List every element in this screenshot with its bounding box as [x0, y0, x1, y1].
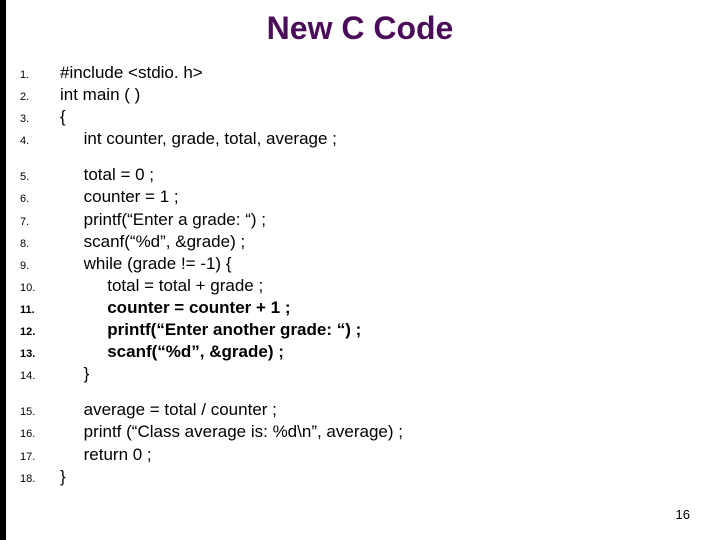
line-number: 17. [20, 446, 60, 464]
code-line: 18.} [20, 466, 680, 488]
code-text: scanf(“%d”, &grade) ; [60, 341, 284, 363]
code-line: 3.{ [20, 106, 680, 128]
code-line: 11. counter = counter + 1 ; [20, 297, 680, 319]
slide-title: New C Code [0, 10, 720, 47]
code-text: total = total + grade ; [60, 275, 263, 297]
code-text: return 0 ; [60, 444, 152, 466]
slide-left-border [0, 0, 6, 540]
blank-line [20, 385, 680, 399]
code-text: total = 0 ; [60, 164, 154, 186]
code-line: 14. } [20, 363, 680, 385]
code-line: 17. return 0 ; [20, 444, 680, 466]
line-number: 2. [20, 86, 60, 104]
line-number: 9. [20, 255, 60, 273]
code-line: 2.int main ( ) [20, 84, 680, 106]
code-line: 9. while (grade != -1) { [20, 253, 680, 275]
code-line: 1.#include <stdio. h> [20, 62, 680, 84]
code-line: 5. total = 0 ; [20, 164, 680, 186]
code-text: counter = 1 ; [60, 186, 179, 208]
line-number: 12. [20, 321, 60, 339]
line-number: 3. [20, 108, 60, 126]
code-line: 6. counter = 1 ; [20, 186, 680, 208]
code-text: while (grade != -1) { [60, 253, 232, 275]
code-text: #include <stdio. h> [60, 62, 203, 84]
code-text: int main ( ) [60, 84, 140, 106]
line-number: 18. [20, 468, 60, 486]
code-text: printf(“Enter another grade: “) ; [60, 319, 361, 341]
code-text: printf(“Enter a grade: “) ; [60, 209, 266, 231]
line-number: 16. [20, 423, 60, 441]
code-text: printf (“Class average is: %d\n”, averag… [60, 421, 403, 443]
code-text: } [60, 466, 66, 488]
line-number: 6. [20, 188, 60, 206]
code-text: average = total / counter ; [60, 399, 277, 421]
code-text: int counter, grade, total, average ; [60, 128, 337, 150]
code-listing: 1.#include <stdio. h>2.int main ( )3.{4.… [20, 62, 680, 488]
code-line: 16. printf (“Class average is: %d\n”, av… [20, 421, 680, 443]
code-text: counter = counter + 1 ; [60, 297, 291, 319]
code-line: 4. int counter, grade, total, average ; [20, 128, 680, 150]
line-number: 14. [20, 365, 60, 383]
code-line: 8. scanf(“%d”, &grade) ; [20, 231, 680, 253]
line-number: 15. [20, 401, 60, 419]
line-number: 7. [20, 211, 60, 229]
page-number: 16 [676, 507, 690, 522]
code-text: scanf(“%d”, &grade) ; [60, 231, 245, 253]
line-number: 13. [20, 343, 60, 361]
code-text: { [60, 106, 66, 128]
code-line: 15. average = total / counter ; [20, 399, 680, 421]
code-line: 12. printf(“Enter another grade: “) ; [20, 319, 680, 341]
line-number: 5. [20, 166, 60, 184]
code-line: 13. scanf(“%d”, &grade) ; [20, 341, 680, 363]
line-number: 11. [20, 299, 60, 317]
line-number: 4. [20, 130, 60, 148]
line-number: 1. [20, 64, 60, 82]
line-number: 10. [20, 277, 60, 295]
code-line: 7. printf(“Enter a grade: “) ; [20, 209, 680, 231]
code-text: } [60, 363, 89, 385]
blank-line [20, 150, 680, 164]
code-line: 10. total = total + grade ; [20, 275, 680, 297]
line-number: 8. [20, 233, 60, 251]
